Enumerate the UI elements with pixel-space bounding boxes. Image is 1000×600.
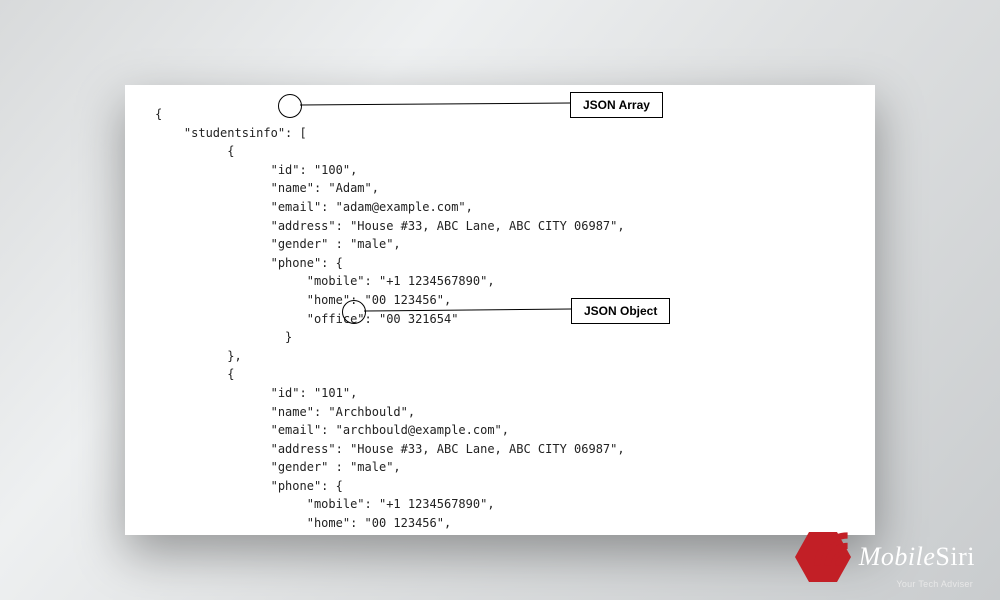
brand-name: MobileSiri bbox=[859, 542, 975, 572]
code-card: { "studentsinfo": [ { "id": "100", "name… bbox=[125, 85, 875, 535]
brand-logo: MobileSiri bbox=[795, 532, 975, 582]
json-array-label: JSON Array bbox=[570, 92, 663, 118]
json-object-marker-circle bbox=[342, 300, 366, 324]
json-array-marker-circle bbox=[278, 94, 302, 118]
json-object-label: JSON Object bbox=[571, 298, 670, 324]
brand-hex-icon bbox=[795, 532, 851, 582]
json-code: { "studentsinfo": [ { "id": "100", "name… bbox=[155, 105, 845, 535]
brand-tagline: Your Tech Adviser bbox=[896, 579, 973, 589]
signal-icon bbox=[805, 524, 861, 574]
